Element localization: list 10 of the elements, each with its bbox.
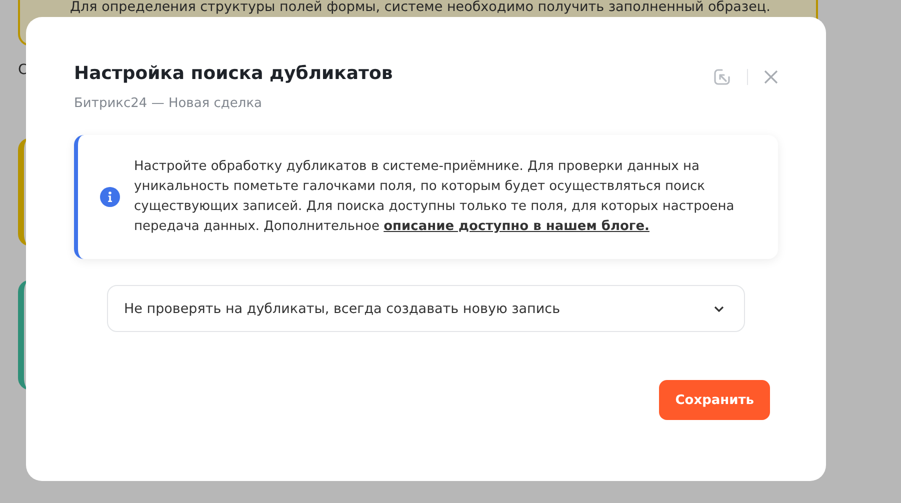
notice-text: Для определения структуры полей формы, системе необходимо получить заполненный образец. (70, 0, 770, 15)
blog-link[interactable]: описание доступно в нашем блоге. (384, 219, 650, 234)
duplicate-mode-select[interactable]: Не проверять на дубликаты, всегда создавать новую запись (107, 285, 745, 332)
dialog-subtitle: Битрикс24 — Новая сделка (74, 96, 264, 111)
arrow-in-square-icon[interactable] (713, 68, 731, 86)
info-icon (100, 187, 120, 207)
dialog-title: Настройка поиска дубликатов (74, 63, 393, 84)
info-text: Настройте обработку дубликатов в системе-приёмнике. Для проверки данных на уникальность пометьте галочками поля, по которым будет осуществляться поиск существующих записей. Для поиска доступны только те поля, для которых настроена передача данных. Дополнительное описание доступно в нашем блоге. (134, 158, 736, 236)
close-icon[interactable] (764, 70, 778, 84)
chevron-down-icon (714, 306, 724, 312)
